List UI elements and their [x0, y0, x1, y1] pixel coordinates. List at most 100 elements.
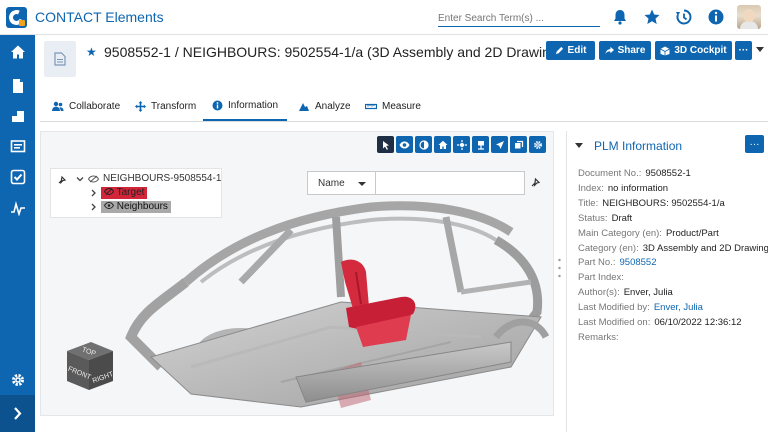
history-icon[interactable]	[675, 8, 693, 26]
sidebar-item-projects[interactable]	[0, 131, 35, 161]
tab-collaborate[interactable]: Collaborate	[52, 92, 120, 121]
plm-field-label: Last Modified on:	[578, 317, 651, 328]
dropdown-caret-icon	[358, 182, 366, 186]
eye-icon[interactable]	[103, 202, 115, 209]
sidebar-expand-button[interactable]	[0, 395, 35, 432]
edit-button[interactable]: Edit	[546, 41, 595, 60]
plm-field-value: 3D Assembly and 2D Drawing	[642, 242, 768, 254]
sidebar-item-settings[interactable]	[0, 365, 35, 395]
chevron-right-icon[interactable]	[90, 189, 97, 197]
pencil-icon	[555, 46, 563, 55]
move-icon	[135, 101, 146, 112]
share-button-label: Share	[617, 45, 646, 56]
info-icon	[212, 100, 223, 111]
plm-field-label: Status:	[578, 212, 608, 224]
top-bar: CONTACT Elements	[0, 0, 768, 35]
share-icon	[605, 46, 614, 55]
document-icon	[12, 79, 23, 93]
plm-field-link[interactable]: 9508552	[620, 257, 657, 268]
document-thumbnail[interactable]	[44, 41, 76, 77]
analyze-icon	[299, 103, 309, 111]
document-icon	[54, 52, 66, 66]
app-title[interactable]: CONTACT Elements	[35, 9, 164, 25]
plm-field-row: Title: NEIGHBOURS: 9502554-1/a	[578, 198, 725, 209]
search-input[interactable]	[438, 10, 600, 27]
view-cube[interactable]: TOP FRONT RIGHT	[61, 337, 119, 395]
tree-root-label: NEIGHBOURS-9508554-1	[103, 173, 222, 184]
sidebar-item-home[interactable]	[0, 37, 35, 67]
tab-collaborate-label: Collaborate	[69, 101, 121, 112]
tab-information[interactable]: Information	[203, 92, 288, 121]
plm-field-row: Part Index:	[578, 272, 628, 283]
target-label: Target	[116, 187, 145, 198]
plm-field-row: Author(s): Enver, Julia	[578, 287, 673, 298]
filter-field-value: Name	[318, 177, 345, 189]
pin-icon[interactable]	[531, 177, 541, 187]
plm-field-label: Part No.:	[578, 257, 616, 269]
eye-off-icon[interactable]	[88, 174, 99, 183]
neighbours-tag: Neighbours	[101, 201, 171, 213]
favorites-star-icon[interactable]	[643, 8, 661, 26]
sidebar-item-documents[interactable]	[0, 71, 35, 101]
plm-field-label: Last Modified by:	[578, 302, 650, 314]
eye-off-icon[interactable]	[103, 188, 115, 195]
header-collapse-caret-icon[interactable]	[756, 47, 764, 52]
tab-analyze[interactable]: Analyze	[298, 92, 351, 121]
more-actions-button[interactable]: ···	[735, 41, 752, 60]
filter-input[interactable]	[375, 171, 525, 195]
target-tag: Target	[101, 187, 148, 199]
page-title: 9508552-1 / NEIGHBOURS: 9502554-1/a (3D …	[104, 44, 558, 60]
sidebar	[0, 35, 35, 432]
3d-cockpit-button[interactable]: 3D Cockpit	[655, 41, 732, 60]
parts-icon	[11, 111, 24, 122]
plm-field-label: Remarks:	[578, 331, 619, 343]
plm-information-panel: PLM Information ··· Document No.: 9508552…	[566, 131, 768, 432]
plm-field-label: Part Index:	[578, 272, 624, 284]
plm-field-row: Remarks:	[578, 332, 623, 343]
tab-information-label: Information	[228, 100, 279, 111]
filter-field-select[interactable]: Name	[307, 171, 377, 195]
sidebar-item-tasks[interactable]	[0, 162, 35, 192]
analytics-icon	[10, 200, 25, 216]
tree-node-target[interactable]: Target	[90, 187, 148, 199]
folder-icon	[10, 140, 25, 153]
plm-field-row: Index: no information	[578, 183, 668, 194]
sidebar-item-analytics[interactable]	[0, 193, 35, 223]
info-icon[interactable]	[707, 8, 725, 26]
panel-more-button[interactable]: ···	[745, 135, 764, 153]
3d-cockpit-button-label: 3D Cockpit	[674, 45, 727, 56]
chevron-right-icon	[14, 407, 22, 420]
plm-field-value: Enver, Julia	[623, 287, 673, 299]
tree-root-node[interactable]: NEIGHBOURS-9508554-1	[76, 173, 221, 184]
3d-viewer[interactable]: NEIGHBOURS-9508554-1 Target Neighbours N…	[40, 131, 554, 416]
checkbox-icon	[10, 169, 25, 185]
plm-field-row: Main Category (en): Product/Part	[578, 228, 719, 239]
plm-field-row: Status: Draft	[578, 213, 632, 224]
plm-field-label: Document No.:	[578, 168, 642, 179]
panel-collapse-caret-icon[interactable]	[575, 143, 583, 148]
chevron-right-icon[interactable]	[90, 203, 97, 211]
pin-icon[interactable]	[58, 175, 67, 184]
user-avatar[interactable]	[737, 5, 761, 29]
share-button[interactable]: Share	[599, 41, 651, 60]
app-logo-icon[interactable]	[6, 7, 27, 28]
tab-measure-label: Measure	[382, 101, 421, 112]
panel-resize-handle[interactable]	[558, 257, 561, 279]
plm-field-row: Category (en): 3D Assembly and 2D Drawing	[578, 243, 768, 254]
favorite-star-icon[interactable]: ★	[86, 45, 97, 59]
bell-icon[interactable]	[611, 8, 629, 26]
people-icon	[52, 101, 64, 111]
tab-measure[interactable]: Measure	[365, 92, 421, 121]
chevron-down-icon[interactable]	[76, 175, 84, 183]
plm-field-row: Document No.: 9508552-1	[578, 168, 691, 179]
plm-field-value: no information	[607, 182, 669, 194]
tree-node-neighbours[interactable]: Neighbours	[90, 201, 171, 213]
plm-field-value: 06/10/2022 12:36:12	[654, 317, 742, 328]
sidebar-item-parts[interactable]	[0, 101, 35, 131]
plm-field-label: Title:	[578, 197, 599, 209]
plm-field-link[interactable]: Enver, Julia	[654, 302, 703, 313]
tab-transform[interactable]: Transform	[135, 92, 196, 121]
plm-field-label: Author(s):	[578, 287, 620, 299]
cube-icon	[660, 46, 671, 55]
plm-field-label: Category (en):	[578, 242, 639, 254]
